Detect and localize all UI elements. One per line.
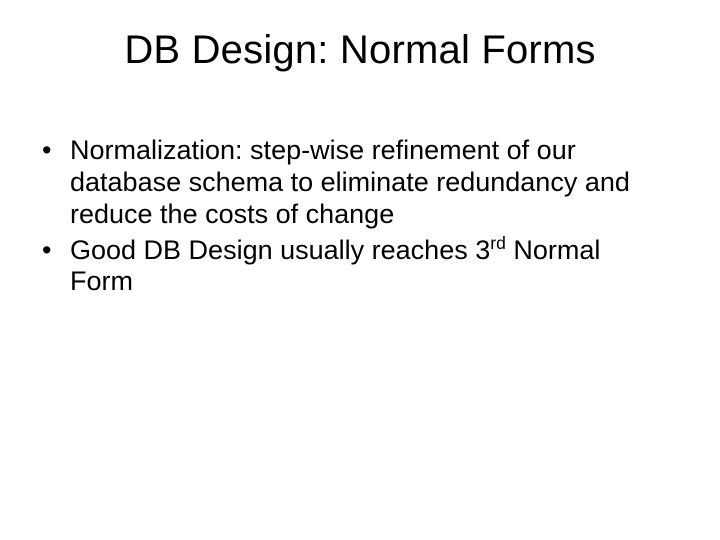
bullet-list: Normalization: step-wise refinement of o… (38, 135, 670, 298)
bullet-item: Good DB Design usually reaches 3rd Norma… (38, 235, 670, 299)
slide: DB Design: Normal Forms Normalization: s… (0, 0, 720, 540)
slide-body: Normalization: step-wise refinement of o… (38, 135, 670, 302)
ordinal-superscript: rd (490, 233, 506, 253)
bullet-item: Normalization: step-wise refinement of o… (38, 135, 670, 231)
slide-title: DB Design: Normal Forms (0, 28, 720, 73)
bullet-text-prefix: Good DB Design usually reaches 3 (70, 235, 490, 265)
bullet-text: Normalization: step-wise refinement of o… (70, 135, 630, 229)
